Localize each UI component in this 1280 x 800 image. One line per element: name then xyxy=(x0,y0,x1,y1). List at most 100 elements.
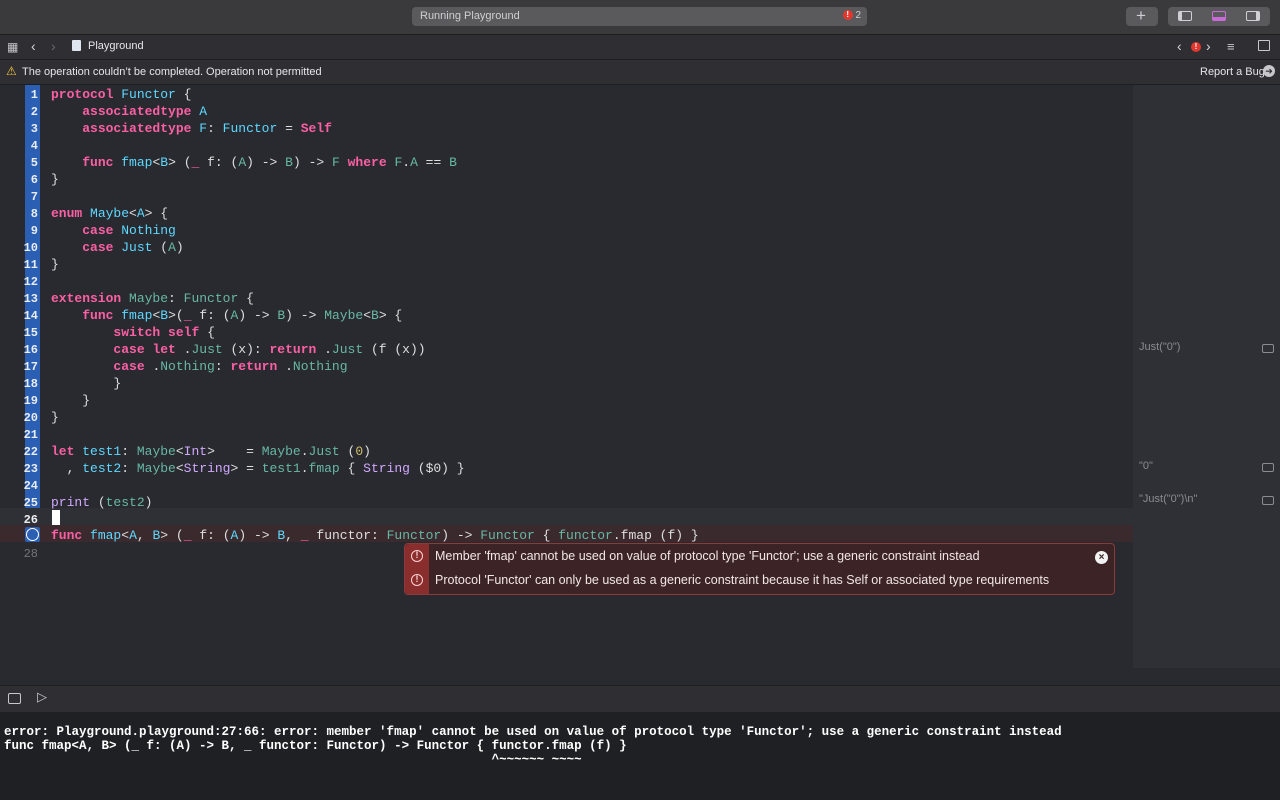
warning-bar: ⚠ The operation couldn’t be completed. O… xyxy=(0,60,1280,85)
close-button[interactable]: × xyxy=(1095,551,1108,564)
code-line: func fmap<B> (_ f: (A) -> B) -> F where … xyxy=(82,155,457,170)
left-panel-icon xyxy=(1178,11,1192,21)
line-number[interactable]: 5 xyxy=(0,156,38,170)
console-output[interactable]: error: Playground.playground:27:66: erro… xyxy=(0,712,1280,800)
line-number[interactable]: 6 xyxy=(0,173,38,187)
result-line-23[interactable]: "0" xyxy=(1139,460,1153,472)
back-chevron-icon[interactable]: ‹ xyxy=(31,38,36,54)
results-sidebar: Just("0") "0" "Just("0")\n" xyxy=(1133,85,1280,668)
line-number[interactable]: 4 xyxy=(0,139,38,153)
result-line-25[interactable]: "Just("0")\n" xyxy=(1139,493,1197,505)
activity-view[interactable]: Running Playground ! 2 xyxy=(412,7,867,26)
code-line: extension Maybe: Functor { xyxy=(51,291,254,306)
line-number[interactable]: 22 xyxy=(0,445,38,459)
line-number[interactable]: 8 xyxy=(0,207,38,221)
code-line: let test1: Maybe<Int> = Maybe.Just (0) xyxy=(51,444,371,459)
next-issue-icon[interactable]: › xyxy=(1206,38,1211,54)
jump-bar: ▦ ‹ › Playground ‹ ! › ≡ xyxy=(0,35,1280,60)
editor-options-icon[interactable]: ≡ xyxy=(1227,39,1235,54)
playground-file-icon xyxy=(72,40,81,51)
console-line: error: Playground.playground:27:66: erro… xyxy=(4,725,1062,739)
right-panel-icon xyxy=(1246,11,1260,21)
toggle-navigator-button[interactable] xyxy=(1168,7,1202,26)
console-line: func fmap<A, B> (_ f: (A) -> B, _ functo… xyxy=(4,739,627,753)
code-line: } xyxy=(51,257,59,272)
toggle-debug-area-button[interactable] xyxy=(1202,7,1236,26)
line-number[interactable]: 21 xyxy=(0,428,38,442)
line-number[interactable]: 17 xyxy=(0,360,38,374)
error-message: Protocol 'Functor' can only be used as a… xyxy=(435,573,1050,587)
line-number[interactable]: 1 xyxy=(0,88,38,102)
issue-error-icon: ! xyxy=(1191,41,1201,53)
panel-toggle-group xyxy=(1168,7,1270,26)
line-number[interactable]: 9 xyxy=(0,224,38,238)
code-line: print (test2) xyxy=(51,495,153,510)
code-line: func fmap<B>(_ f: (A) -> B) -> Maybe<B> … xyxy=(82,308,403,323)
error-row[interactable]: ! Protocol 'Functor' can only be used as… xyxy=(405,569,1114,593)
code-line: case Just (A) xyxy=(82,240,184,255)
report-bug-link[interactable]: Report a Bug xyxy=(1200,66,1265,78)
window-toolbar: Running Playground ! 2 + xyxy=(0,0,1280,35)
debug-bar: ▷ xyxy=(0,685,1280,713)
line-number[interactable]: 28 xyxy=(0,547,38,561)
error-message: Member 'fmap' cannot be used on value of… xyxy=(435,549,980,563)
code-line: } xyxy=(51,393,91,408)
code-line: associatedtype F: Functor = Self xyxy=(82,121,332,136)
error-icon: ! xyxy=(411,550,423,562)
toggle-inspector-button[interactable] xyxy=(1236,7,1270,26)
line-number[interactable]: 20 xyxy=(0,411,38,425)
activity-text: Running Playground xyxy=(420,10,520,22)
line-number[interactable]: 16 xyxy=(0,343,38,357)
result-line-16[interactable]: Just("0") xyxy=(1139,341,1180,353)
line-number[interactable]: 11 xyxy=(0,258,38,272)
code-line: case let .Just (x): return .Just (f (x)) xyxy=(113,342,426,357)
forward-chevron-icon[interactable]: › xyxy=(51,38,56,54)
code-line: , test2: Maybe<String> = test1.fmap { St… xyxy=(51,461,465,476)
line-number[interactable]: 18 xyxy=(0,377,38,391)
code-line: enum Maybe<A> { xyxy=(51,206,169,221)
previous-issue-icon[interactable]: ‹ xyxy=(1177,38,1182,54)
bottom-panel-icon xyxy=(1212,11,1226,21)
code-line: func fmap<A, B> (_ f: (A) -> B, _ functo… xyxy=(51,528,699,543)
line-number[interactable]: 12 xyxy=(0,275,38,289)
play-circle-icon xyxy=(26,528,39,541)
add-button[interactable]: + xyxy=(1126,6,1158,26)
error-popover: ! Member 'fmap' cannot be used on value … xyxy=(404,543,1115,595)
line-number[interactable]: 13 xyxy=(0,292,38,306)
error-icon: ! xyxy=(842,10,853,21)
run-icon[interactable]: ▷ xyxy=(37,689,47,705)
line-number[interactable]: 15 xyxy=(0,326,38,340)
quick-look-icon[interactable] xyxy=(1262,463,1274,472)
quick-look-icon[interactable] xyxy=(1262,496,1274,505)
arrow-circle-icon[interactable]: ➜ xyxy=(1263,65,1275,77)
quick-look-icon[interactable] xyxy=(1262,344,1274,353)
code-line: } xyxy=(51,376,122,391)
current-line-highlight xyxy=(0,508,1133,525)
error-count: 2 xyxy=(855,10,861,21)
grid-icon[interactable]: ▦ xyxy=(7,40,18,54)
text-cursor xyxy=(52,510,60,525)
line-number[interactable]: 19 xyxy=(0,394,38,408)
error-indicator[interactable]: ! 2 xyxy=(842,10,861,21)
line-number[interactable]: 3 xyxy=(0,122,38,136)
code-line: case Nothing xyxy=(82,223,176,238)
line-number[interactable]: 10 xyxy=(0,241,38,255)
console-line: ^~~~~~~ ~~~~ xyxy=(4,753,582,767)
line-number[interactable]: 24 xyxy=(0,479,38,493)
code-line: } xyxy=(51,410,59,425)
line-number[interactable]: 26 xyxy=(0,513,38,527)
warning-icon: ⚠ xyxy=(6,64,17,78)
line-number[interactable]: 23 xyxy=(0,462,38,476)
error-row[interactable]: ! Member 'fmap' cannot be used on value … xyxy=(405,545,1114,569)
hide-debug-area-icon[interactable] xyxy=(8,693,21,704)
breadcrumb-file[interactable]: Playground xyxy=(88,40,144,52)
line-number[interactable]: 14 xyxy=(0,309,38,323)
line-number[interactable]: 7 xyxy=(0,190,38,204)
run-line-button[interactable] xyxy=(25,527,40,542)
add-editor-icon[interactable] xyxy=(1258,40,1270,51)
code-line: } xyxy=(51,172,59,187)
line-number[interactable]: 2 xyxy=(0,105,38,119)
line-number[interactable]: 25 xyxy=(0,496,38,510)
code-line: protocol Functor { xyxy=(51,87,192,102)
error-icon: ! xyxy=(411,574,423,586)
